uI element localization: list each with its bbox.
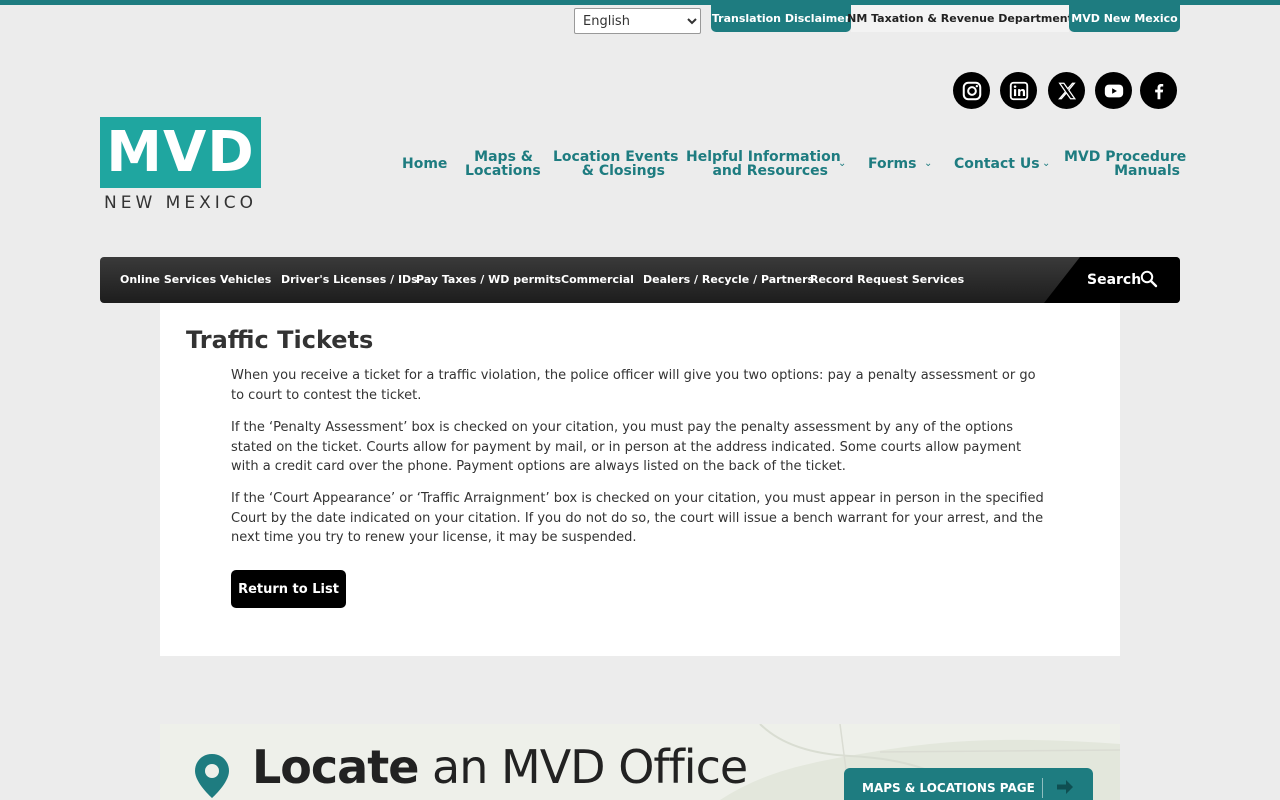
- linkedin-icon[interactable]: [1000, 72, 1037, 109]
- arrow-right-icon[interactable]: [1056, 779, 1074, 795]
- nav-drivers-licenses[interactable]: Driver's Licenses / IDs: [281, 273, 418, 286]
- chevron-down-icon: ⌄: [1042, 158, 1051, 169]
- nav-helpful-information[interactable]: Helpful Information and Resources: [686, 150, 841, 179]
- paragraph-penalty-assessment: If the ‘Penalty Assessment’ box is check…: [231, 420, 1022, 474]
- x-icon[interactable]: [1048, 72, 1085, 109]
- nav-helpful-line2: and Resources: [712, 163, 828, 179]
- nav-maps-locations[interactable]: Maps & Locations: [465, 150, 541, 178]
- nav-pay-taxes[interactable]: Pay Taxes / WD permits: [416, 273, 561, 286]
- locate-title-rest: an MVD Office: [418, 740, 748, 794]
- nav-vehicles[interactable]: Vehicles: [220, 273, 271, 286]
- search-label[interactable]: Search: [1087, 272, 1141, 288]
- locate-title: Locate an MVD Office: [252, 740, 748, 794]
- nav-procedure-manuals[interactable]: MVD Procedure Manuals: [1064, 150, 1186, 179]
- translation-disclaimer-link[interactable]: Translation Disclaimer: [711, 5, 851, 32]
- maps-locations-button-label[interactable]: MAPS & LOCATIONS PAGE: [862, 781, 1035, 795]
- paragraph-intro: When you receive a ticket for a traffic …: [231, 368, 1036, 403]
- nav-maps-line2: Locations: [465, 163, 541, 179]
- nav-forms[interactable]: Forms: [868, 157, 916, 171]
- chevron-down-icon: ⌄: [838, 158, 847, 169]
- nav-record-request[interactable]: Record Request Services: [810, 273, 964, 286]
- nav-dealers[interactable]: Dealers / Recycle / Partners: [643, 273, 814, 286]
- nav-manuals-line2: Manuals: [1114, 163, 1180, 179]
- location-pin-icon: [195, 754, 229, 798]
- page-title: Traffic Tickets: [186, 326, 374, 354]
- youtube-icon[interactable]: [1095, 72, 1132, 109]
- paragraph-court-appearance: If the ‘Court Appearance’ or ‘Traffic Ar…: [231, 491, 1044, 545]
- nav-events-line2: & Closings: [581, 163, 665, 179]
- logo-main-text: MVD: [106, 120, 255, 185]
- nav-contact-us[interactable]: Contact Us: [954, 157, 1040, 171]
- nav-location-events[interactable]: Location Events & Closings: [553, 150, 678, 179]
- mvd-logo-box: MVD: [100, 117, 261, 188]
- button-divider: [1042, 778, 1043, 798]
- facebook-icon[interactable]: [1140, 72, 1177, 109]
- locate-title-bold: Locate: [252, 740, 419, 794]
- chevron-down-icon: ⌄: [924, 158, 933, 169]
- mvd-new-mexico-link[interactable]: MVD New Mexico: [1069, 5, 1180, 32]
- instagram-icon[interactable]: [953, 72, 990, 109]
- logo-subtitle: NEW MEXICO: [104, 193, 257, 213]
- nav-home[interactable]: Home: [402, 157, 447, 171]
- nm-taxation-revenue-link[interactable]: NM Taxation & Revenue Department: [847, 5, 1073, 32]
- return-to-list-button[interactable]: Return to List: [231, 570, 346, 608]
- search-icon[interactable]: [1140, 270, 1158, 288]
- nav-online-services[interactable]: Online Services: [120, 273, 216, 286]
- language-select[interactable]: English: [574, 8, 701, 34]
- nav-commercial[interactable]: Commercial: [561, 273, 634, 286]
